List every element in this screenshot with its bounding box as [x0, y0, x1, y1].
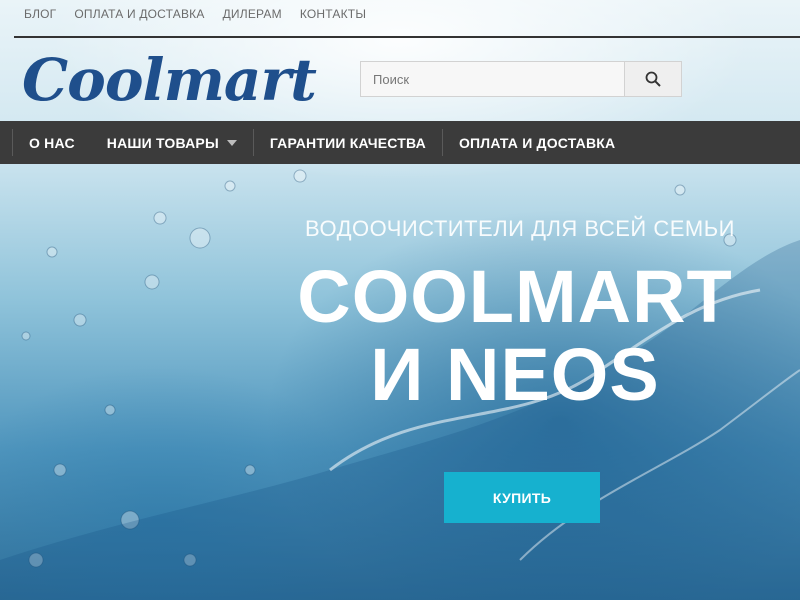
search-button[interactable] [624, 62, 681, 96]
nav-item-quality[interactable]: ГАРАНТИИ КАЧЕСТВА [254, 121, 442, 164]
top-link-contacts[interactable]: КОНТАКТЫ [300, 7, 366, 21]
hero-subtitle: ВОДООЧИСТИТЕЛИ ДЛЯ ВСЕЙ СЕМЬИ [305, 216, 735, 241]
top-link-blog[interactable]: БЛОГ [24, 7, 56, 21]
top-link-dealers[interactable]: ДИЛЕРАМ [223, 7, 282, 21]
top-utility-links: БЛОГ ОПЛАТА И ДОСТАВКА ДИЛЕРАМ КОНТАКТЫ [24, 7, 384, 21]
nav-item-label: ГАРАНТИИ КАЧЕСТВА [269, 134, 426, 151]
header-divider [14, 36, 800, 38]
search-bar [360, 61, 682, 97]
top-link-payment-delivery[interactable]: ОПЛАТА И ДОСТАВКА [74, 7, 204, 21]
nav-item-about[interactable]: О НАС [13, 121, 91, 164]
chevron-down-icon [226, 139, 237, 146]
hero-headline-line2: И NEOS [370, 333, 660, 416]
nav-item-payment-delivery[interactable]: ОПЛАТА И ДОСТАВКА [443, 121, 631, 164]
nav-item-label: НАШИ ТОВАРЫ [106, 134, 219, 151]
buy-button[interactable]: КУПИТЬ [444, 472, 600, 523]
site-logo[interactable]: Coolmart [22, 44, 317, 116]
hero-headline: COOLMART И NEOS [280, 258, 750, 414]
hero-headline-line1: COOLMART [297, 255, 733, 338]
nav-item-label: О НАС [29, 134, 75, 151]
nav-item-label: ОПЛАТА И ДОСТАВКА [458, 134, 616, 151]
nav-item-products[interactable]: НАШИ ТОВАРЫ [91, 121, 253, 164]
search-input[interactable] [361, 62, 625, 96]
search-icon [645, 71, 661, 87]
main-navigation: О НАС НАШИ ТОВАРЫ ГАРАНТИИ КАЧЕСТВА ОПЛА… [0, 121, 800, 164]
